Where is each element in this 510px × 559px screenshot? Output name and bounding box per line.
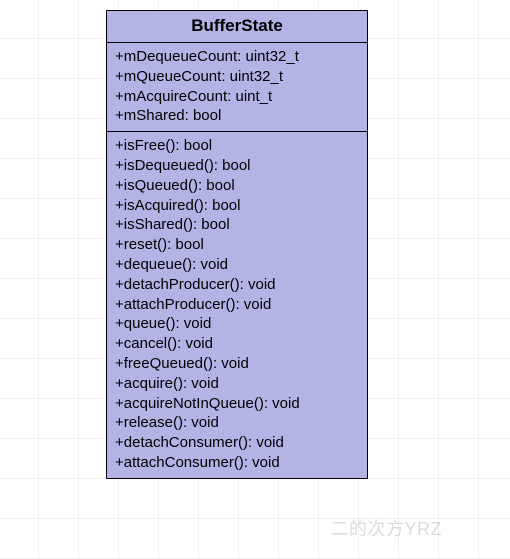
operation: +attachProducer(): void (115, 295, 359, 315)
operations-compartment: +isFree(): bool +isDequeued(): bool +isQ… (107, 131, 367, 478)
operation: +dequeue(): void (115, 255, 359, 275)
attribute: +mShared: bool (115, 106, 359, 126)
operation: +attachConsumer(): void (115, 453, 359, 473)
attribute: +mAcquireCount: uint_t (115, 87, 359, 107)
operation: +isDequeued(): bool (115, 156, 359, 176)
operation: +isFree(): bool (115, 136, 359, 156)
operation: +detachConsumer(): void (115, 433, 359, 453)
operation: +freeQueued(): void (115, 354, 359, 374)
attribute: +mQueueCount: uint32_t (115, 67, 359, 87)
operation: +acquireNotInQueue(): void (115, 394, 359, 414)
uml-class-bufferstate[interactable]: BufferState +mDequeueCount: uint32_t +mQ… (106, 10, 368, 479)
attributes-compartment: +mDequeueCount: uint32_t +mQueueCount: u… (107, 43, 367, 131)
attribute: +mDequeueCount: uint32_t (115, 47, 359, 67)
operation: +queue(): void (115, 314, 359, 334)
operation: +cancel(): void (115, 334, 359, 354)
operation: +isShared(): bool (115, 215, 359, 235)
operation: +isQueued(): bool (115, 176, 359, 196)
operation: +release(): void (115, 413, 359, 433)
operation: +isAcquired(): bool (115, 196, 359, 216)
operation: +detachProducer(): void (115, 275, 359, 295)
operation: +acquire(): void (115, 374, 359, 394)
class-name: BufferState (107, 11, 367, 43)
operation: +reset(): bool (115, 235, 359, 255)
